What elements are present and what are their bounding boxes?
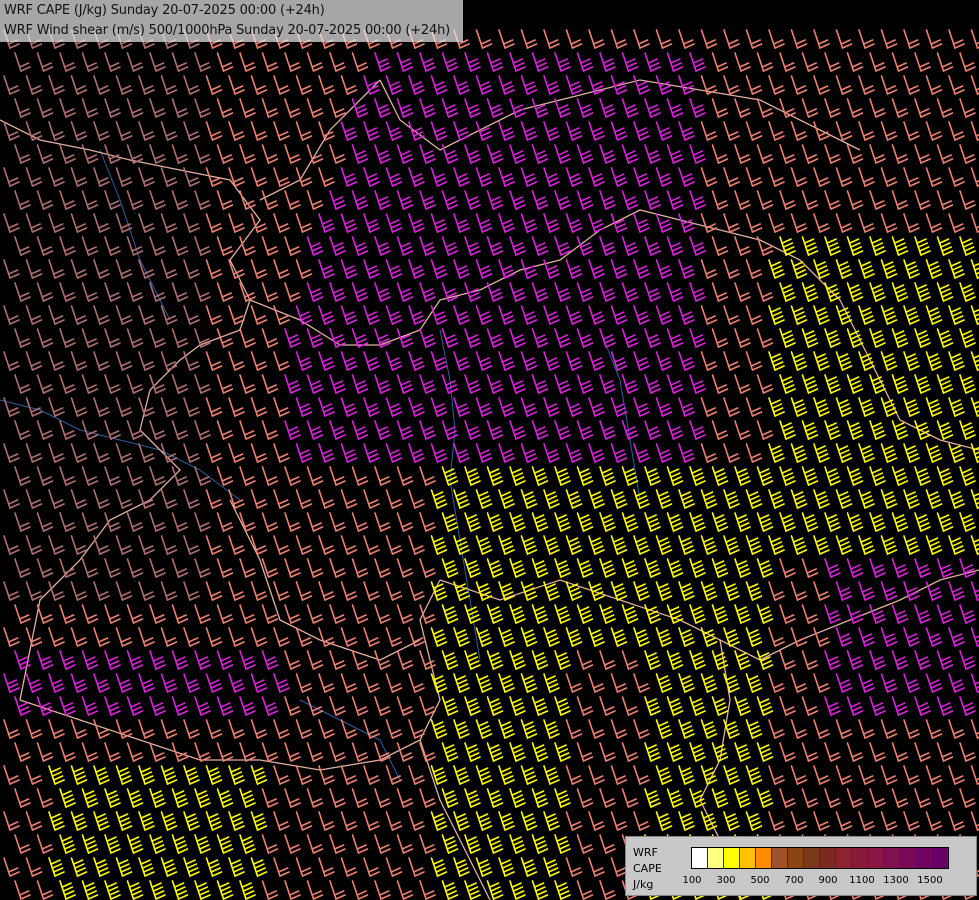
legend-swatch [740, 848, 756, 868]
title-line-wind-shear: WRF Wind shear (m/s) 500/1000hPa Sunday … [4, 23, 450, 38]
legend-swatch [884, 848, 900, 868]
weather-map [0, 0, 979, 900]
legend-tick-label: 900 [818, 875, 838, 886]
legend-tick-label: 1500 [917, 875, 943, 886]
legend-color-scale [691, 847, 949, 869]
legend-swatch [932, 848, 948, 868]
legend-model-label: WRF [633, 846, 658, 859]
title-box: WRF CAPE (J/kg) Sunday 20-07-2025 00:00 … [0, 0, 463, 42]
legend-swatch [852, 848, 868, 868]
legend-tick-labels: 100 300 500 700 900 1100 1300 1500 [676, 875, 976, 889]
legend-tick-label: 500 [750, 875, 770, 886]
legend-swatch [724, 848, 740, 868]
legend-swatch [868, 848, 884, 868]
legend-swatch [692, 848, 708, 868]
legend-tick-label: 300 [716, 875, 736, 886]
legend-field-label: CAPE [633, 862, 662, 875]
legend-swatch [900, 848, 916, 868]
legend-unit-label: J/kg [633, 878, 654, 891]
legend-tick-label: 100 [682, 875, 702, 886]
legend-swatch [820, 848, 836, 868]
cape-legend: WRF CAPE J/kg 100 300 500 700 900 1100 1300 150… [625, 836, 977, 896]
legend-swatch [708, 848, 724, 868]
title-line-cape: WRF CAPE (J/kg) Sunday 20-07-2025 00:00 … [4, 3, 325, 18]
legend-swatch [804, 848, 820, 868]
legend-swatch [772, 848, 788, 868]
legend-tick-label: 700 [784, 875, 804, 886]
legend-swatch [916, 848, 932, 868]
legend-swatch [756, 848, 772, 868]
legend-tick-label: 1100 [849, 875, 875, 886]
legend-swatch [788, 848, 804, 868]
legend-swatch [836, 848, 852, 868]
legend-tick-label: 1300 [883, 875, 909, 886]
